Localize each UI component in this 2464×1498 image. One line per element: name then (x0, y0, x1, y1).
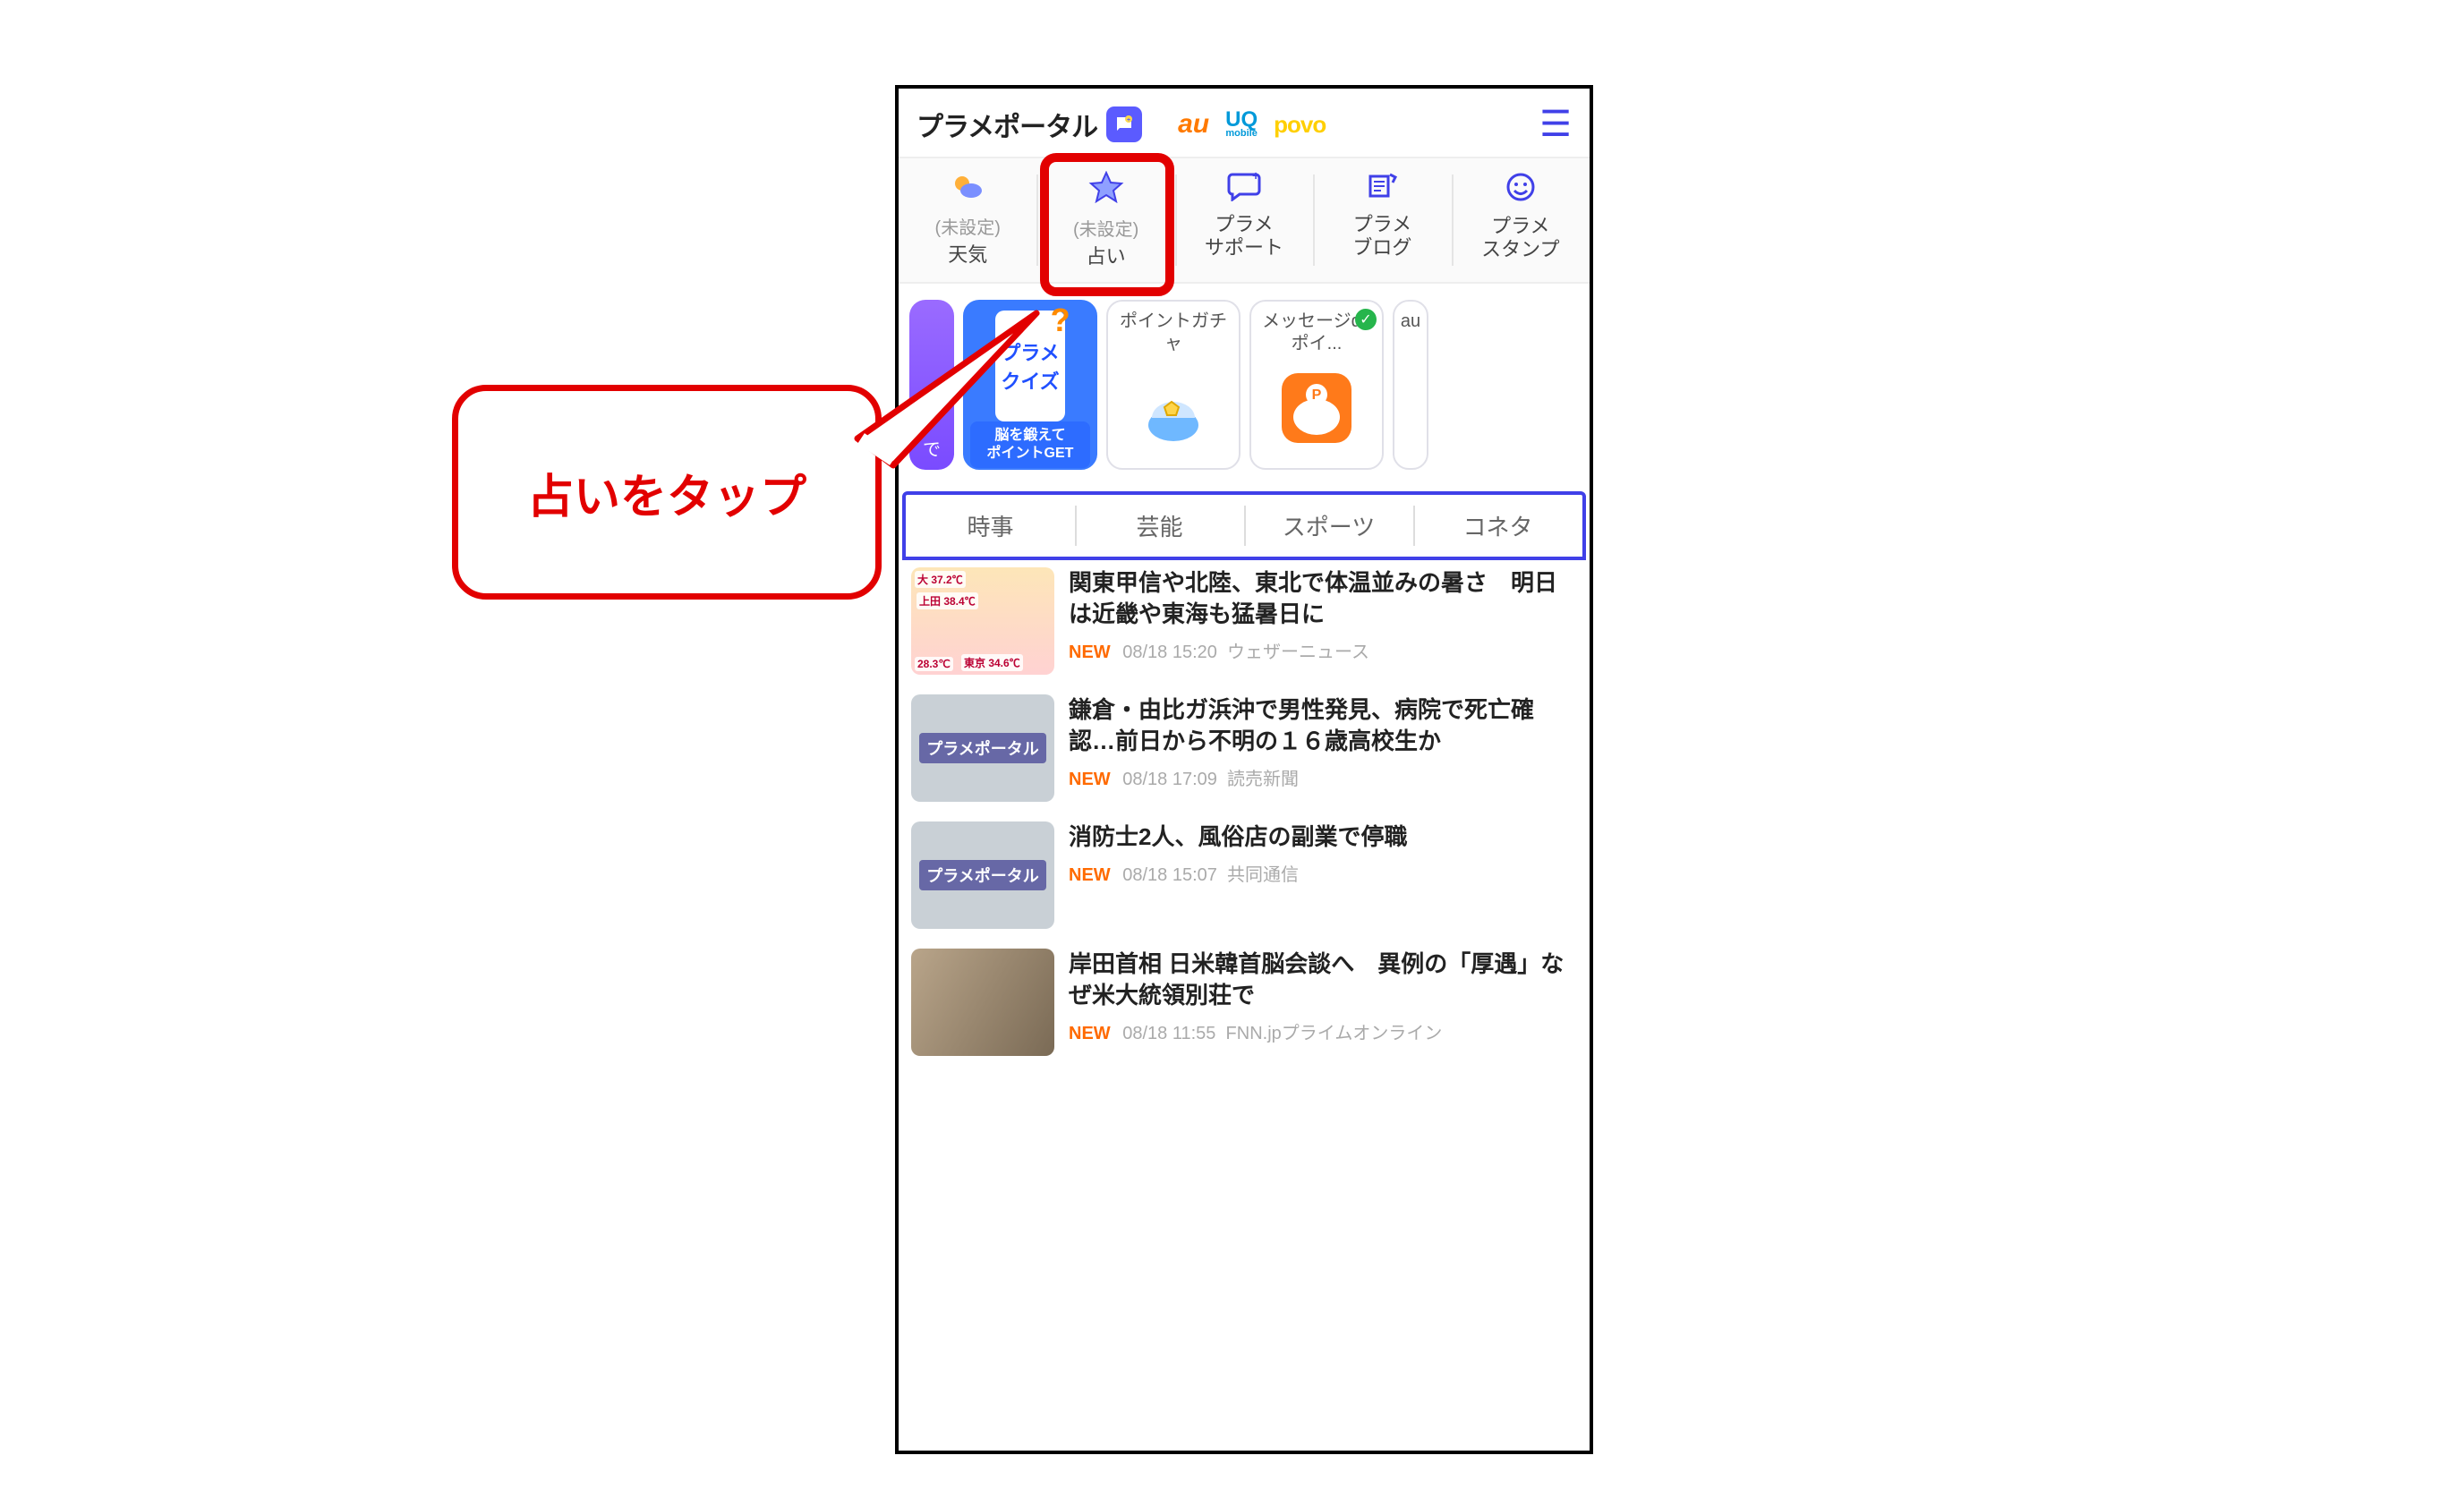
nav-weather-label: 天気 (902, 239, 1033, 268)
svg-text:+: + (1252, 171, 1259, 183)
nav-blog-label: プラメ ブログ (1317, 213, 1447, 260)
news-body: 消防士2人、風俗店の副業で停職 NEW 08/18 15:07 共同通信 (1069, 821, 1577, 929)
gacha-capsule-icon (1139, 380, 1207, 454)
news-title: 消防士2人、風俗店の副業で停職 (1069, 821, 1577, 853)
svg-text:P: P (1312, 387, 1322, 403)
smile-icon (1455, 171, 1586, 211)
brand-logos: au UQmobile povo (1178, 109, 1326, 140)
tab-current-affairs[interactable]: 時事 (906, 495, 1075, 557)
callout-text: 占いをタップ (527, 459, 806, 526)
news-source: 読売新聞 (1227, 770, 1299, 789)
nav-fortune-sub: (未設定) (1040, 215, 1171, 241)
news-meta: NEW 08/18 15:20 ウェザーニュース (1069, 637, 1577, 663)
news-item[interactable]: プラメポータル 消防士2人、風俗店の副業で停職 NEW 08/18 15:07 … (899, 814, 1590, 941)
nav-support[interactable]: + プラメ サポート (1175, 158, 1313, 282)
star-icon (1040, 171, 1171, 211)
nav-support-label: プラメ サポート (1179, 213, 1309, 260)
nav-fortune[interactable]: (未設定) 占い (1036, 158, 1174, 282)
news-meta: NEW 08/18 17:09 読売新聞 (1069, 764, 1577, 790)
svg-text:+: + (1127, 117, 1130, 123)
news-meta: NEW 08/18 15:07 共同通信 (1069, 860, 1577, 886)
nav-fortune-label: 占い (1040, 241, 1171, 269)
app-title: プラメポータル (917, 105, 1097, 144)
news-tabs: 時事 芸能 スポーツ コネタ (906, 495, 1582, 557)
news-item[interactable]: プラメポータル 鎌倉・由比ガ浜沖で男性発見、病院で死亡確認…前日から不明の１６歳… (899, 687, 1590, 814)
blog-icon (1317, 171, 1447, 209)
news-title: 岸田首相 日米韓首脳会談へ 異例の「厚遇」なぜ米大統領別荘で (1069, 949, 1577, 1011)
news-time: 08/18 15:07 (1122, 865, 1217, 885)
news-source: ウェザーニュース (1227, 643, 1369, 662)
news-time: 08/18 15:20 (1122, 643, 1217, 662)
news-meta: NEW 08/18 11:55 FNN.jpプライムオンライン (1069, 1018, 1577, 1044)
nav-stamp[interactable]: プラメ スタンプ (1452, 158, 1590, 282)
check-badge-icon: ✓ (1355, 309, 1377, 330)
news-thumb-photo (911, 949, 1054, 1056)
new-badge: NEW (1069, 643, 1111, 662)
news-body: 鎌倉・由比ガ浜沖で男性発見、病院で死亡確認…前日から不明の１６歳高校生か NEW… (1069, 694, 1577, 802)
phone-frame: プラメポータル + au UQmobile povo ☰ (未設定) 天気 (未… (895, 85, 1593, 1454)
news-title: 関東甲信や北陸、東北で体温並みの暑さ 明日は近畿や東海も猛暑日に (1069, 567, 1577, 630)
nav-weather-sub: (未設定) (902, 213, 1033, 239)
tab-koneta[interactable]: コネタ (1413, 495, 1582, 557)
tab-sports[interactable]: スポーツ (1244, 495, 1413, 557)
new-badge: NEW (1069, 865, 1111, 885)
news-thumb-city: プラメポータル (911, 694, 1054, 802)
hamburger-menu-icon[interactable]: ☰ (1539, 106, 1572, 142)
news-thumb-city: プラメポータル (911, 821, 1054, 929)
news-body: 岸田首相 日米韓首脳会談へ 異例の「厚遇」なぜ米大統領別荘で NEW 08/18… (1069, 949, 1577, 1056)
weather-icon (902, 171, 1033, 209)
promo-au-title: au (1401, 311, 1420, 333)
brand-au-logo[interactable]: au (1178, 109, 1209, 140)
app-logo-icon: + (1106, 106, 1142, 142)
promo-card-gacha[interactable]: ポイントガチャ (1106, 300, 1241, 470)
chat-plus-icon: + (1179, 171, 1309, 209)
new-badge: NEW (1069, 770, 1111, 789)
nav-icons-row: (未設定) 天気 (未設定) 占い + プラメ サポート プラメ ブログ (899, 157, 1590, 284)
news-item[interactable]: 岸田首相 日米韓首脳会談へ 異例の「厚遇」なぜ米大統領別荘で NEW 08/18… (899, 941, 1590, 1068)
nav-weather[interactable]: (未設定) 天気 (899, 158, 1036, 282)
news-item[interactable]: 大 37.2℃ 上田 38.4℃ 28.3℃ 東京 34.6℃ 関東甲信や北陸、… (899, 560, 1590, 687)
nav-blog[interactable]: プラメ ブログ (1313, 158, 1451, 282)
news-thumb-weather-map: 大 37.2℃ 上田 38.4℃ 28.3℃ 東京 34.6℃ (911, 567, 1054, 675)
news-body: 関東甲信や北陸、東北で体温並みの暑さ 明日は近畿や東海も猛暑日に NEW 08/… (1069, 567, 1577, 675)
news-time: 08/18 17:09 (1122, 770, 1217, 789)
news-source: FNN.jpプライムオンライン (1226, 1024, 1443, 1043)
news-list: 大 37.2℃ 上田 38.4℃ 28.3℃ 東京 34.6℃ 関東甲信や北陸、… (899, 560, 1590, 1068)
news-title: 鎌倉・由比ガ浜沖で男性発見、病院で死亡確認…前日から不明の１６歳高校生か (1069, 694, 1577, 757)
news-tabs-container: 時事 芸能 スポーツ コネタ (902, 491, 1586, 560)
promo-card-message[interactable]: ✓ メッセージdeポイ... P (1249, 300, 1384, 470)
brand-povo-logo[interactable]: povo (1274, 111, 1326, 139)
callout-bubble: 占いをタップ (452, 385, 882, 600)
promo-gacha-title: ポイントガチャ (1113, 311, 1233, 355)
tab-entertainment[interactable]: 芸能 (1075, 495, 1244, 557)
news-source: 共同通信 (1227, 865, 1299, 885)
promo-card-au[interactable]: au (1393, 300, 1428, 470)
news-time: 08/18 11:55 (1122, 1024, 1215, 1043)
app-header: プラメポータル + au UQmobile povo ☰ (899, 89, 1590, 157)
new-badge: NEW (1069, 1024, 1111, 1043)
piggy-point-icon: P (1276, 368, 1357, 454)
brand-uq-logo[interactable]: UQmobile (1225, 110, 1258, 138)
nav-stamp-label: プラメ スタンプ (1455, 215, 1586, 262)
